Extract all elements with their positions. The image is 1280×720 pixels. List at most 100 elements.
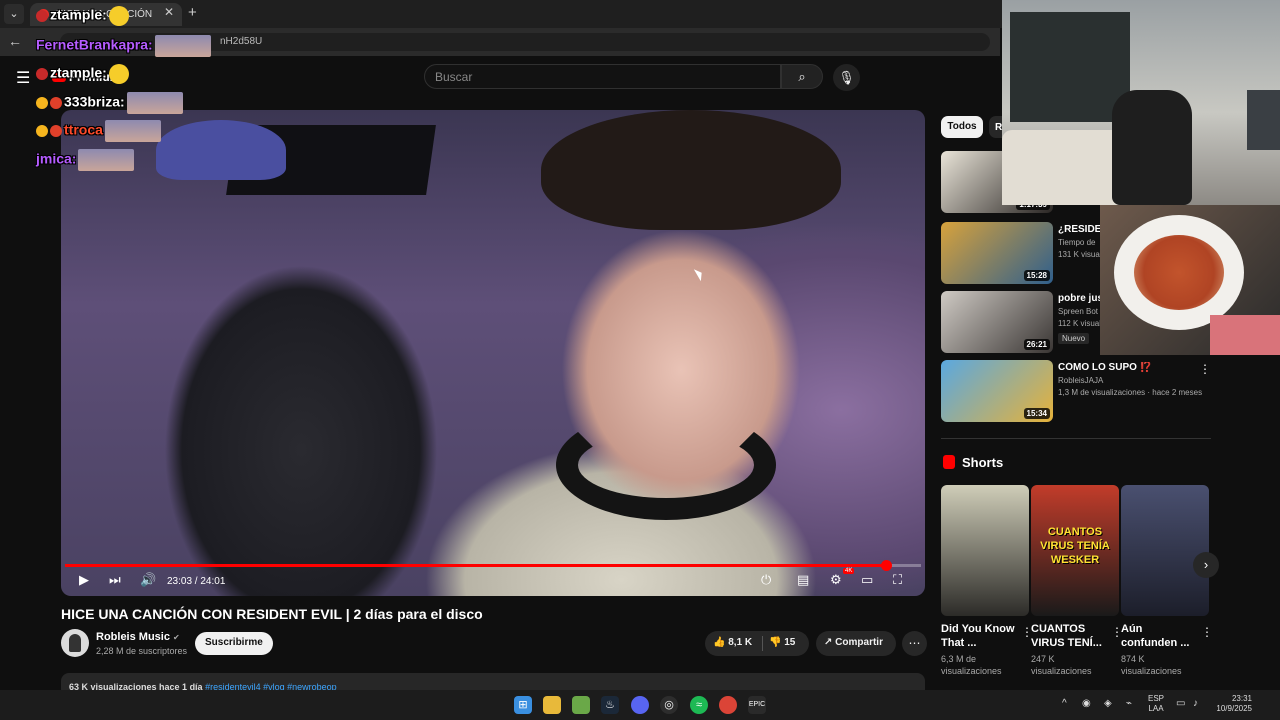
language-top: ESP (1148, 694, 1165, 703)
chrome-icon[interactable] (719, 696, 737, 714)
windows-start-icon[interactable]: ⊞ (514, 696, 532, 714)
shorts-next-chevron-icon[interactable]: › (1193, 552, 1219, 578)
epic-games-icon[interactable]: EPIC (748, 696, 766, 714)
video-thumbnail[interactable]: 15:28 (941, 222, 1053, 284)
more-vert-icon[interactable]: ⋮ (1201, 625, 1213, 639)
chat-emote-icon (78, 149, 135, 171)
dislike-count: 15 (784, 637, 796, 648)
video-player[interactable]: ▶ ⏭ 🔊 23:03 / 24:01 ⏻ ▤ ⚙ 4K ▭ ⛶ (61, 110, 925, 596)
chip-all[interactable]: Todos (941, 116, 983, 138)
language-indicator[interactable]: ESP LAA (1148, 694, 1164, 714)
file-explorer-icon[interactable] (543, 696, 561, 714)
channel-avatar[interactable] (61, 629, 89, 657)
moderator-badge-icon (50, 125, 62, 137)
search-icon[interactable]: ⌕ (781, 64, 823, 89)
short-views: 874 K visualizaciones (1121, 654, 1182, 676)
autoplay-toggle-icon[interactable]: ⏻ (761, 572, 771, 588)
short-thumbnail[interactable] (941, 485, 1029, 616)
short-title[interactable]: Aún confunden ... (1121, 622, 1197, 650)
short-overlay-text: CUANTOS VIRUS TENÍA WESKER (1040, 526, 1110, 566)
progress-bar-fill (65, 564, 886, 567)
search-input[interactable]: Buscar (424, 64, 781, 89)
short-item[interactable]: Did You Know That ... 6,3 M de visualizac… (941, 485, 1033, 677)
chat-username: ztample: (50, 64, 107, 81)
video-frame-person-cap (156, 120, 286, 180)
channel-name-text: Robleis Music (96, 631, 170, 643)
short-thumbnail[interactable]: CUANTOS VIRUS TENÍA WESKER (1031, 485, 1119, 616)
obs-icon[interactable]: ◎ (660, 696, 678, 714)
chip-related[interactable]: R (989, 116, 1003, 138)
recommended-video-channel[interactable]: Tiempo de (1058, 238, 1096, 247)
short-item[interactable]: CUANTOS VIRUS TENÍA WESKER CUANTOS VIRUS … (1031, 485, 1123, 677)
short-item[interactable]: Aún confunden ... 874 K visualizaciones ⋮ (1121, 485, 1213, 677)
subscribe-button[interactable]: Suscribirme (195, 632, 273, 655)
clock-time: 23:31 (1231, 694, 1252, 703)
streamer-webcam-room (1002, 0, 1280, 205)
play-icon[interactable]: ▶ (79, 572, 89, 588)
new-tab-icon[interactable]: + (188, 4, 197, 21)
chat-username: jmica: (36, 150, 77, 167)
video-thumbnail[interactable]: 15:34 (941, 360, 1053, 422)
verified-check-icon: ✔ (172, 633, 180, 642)
video-duration: 15:28 (1023, 270, 1050, 281)
chat-emote-icon (108, 6, 129, 26)
recommended-video-channel[interactable]: RobleisJAJA (1058, 376, 1103, 385)
dislike-button[interactable]: 👎 15 (769, 637, 795, 648)
shorts-logo-icon (943, 455, 955, 469)
chat-message: jmica: (36, 149, 135, 171)
thumbs-up-icon: 👍 (713, 637, 726, 648)
steam-icon[interactable]: ♨ (601, 696, 619, 714)
chat-message: ttroca (36, 120, 161, 142)
chat-message: 333briza: (36, 92, 183, 114)
tray-overflow-icon[interactable]: ^ (1062, 698, 1067, 709)
windows-taskbar: ⊞ ♨ ◎ ≈ EPIC ^ ◉ ◈ ⌁ ESP LAA ▭ ♪ 23:31 10/… (0, 690, 1280, 720)
webcam-pasta (1134, 235, 1224, 310)
channel-name[interactable]: Robleis Music ✔ (96, 631, 180, 643)
like-button[interactable]: 👍 8,1 K (713, 637, 752, 648)
search-placeholder: Buscar (435, 70, 473, 84)
subscriber-count: 2,28 M de suscriptores (96, 646, 188, 656)
short-thumbnail[interactable] (1121, 485, 1209, 616)
language-bottom: LAA (1148, 704, 1164, 713)
tab-search-button[interactable]: ⌄ (4, 4, 24, 24)
tray-mic-icon[interactable]: ⌁ (1126, 698, 1132, 709)
settings-gear-icon[interactable]: ⚙ (830, 572, 842, 588)
recommended-video-title[interactable]: CÓMO LO SUPO ⁉️ (1058, 362, 1188, 373)
recommended-video[interactable]: 15:34 CÓMO LO SUPO ⁉️ RobleisJAJA 1,3 M de … (941, 360, 1211, 422)
back-arrow-icon[interactable]: ← (8, 33, 22, 49)
more-vert-icon[interactable]: ⋮ (1199, 362, 1211, 376)
discord-icon[interactable] (631, 696, 649, 714)
spreadsheet-app-icon[interactable] (572, 696, 590, 714)
url-text: nH2d58U (220, 36, 263, 47)
recommended-video-channel[interactable]: Spreen Bot (1058, 307, 1098, 316)
system-clock[interactable]: 23:31 10/9/2025 (1212, 694, 1252, 714)
video-frame-headphones (556, 410, 776, 520)
theater-mode-icon[interactable]: ▭ (861, 572, 873, 588)
screen: ⌄ HICE UNA CANCIÓN ✕ + ← nH2d58U ☰ Premi… (0, 0, 1280, 720)
tray-app-icon-2[interactable]: ◈ (1104, 698, 1112, 709)
network-icon[interactable]: ▭ (1176, 698, 1185, 709)
speaker-icon[interactable]: ♪ (1193, 698, 1198, 709)
webcam-keyboard (1210, 315, 1280, 355)
next-icon[interactable]: ⏭ (109, 572, 121, 588)
menu-icon[interactable]: ☰ (16, 68, 30, 88)
microphone-icon[interactable]: 🎙 (833, 64, 860, 91)
short-title[interactable]: Did You Know That ... (941, 622, 1017, 650)
tray-app-icon[interactable]: ◉ (1082, 698, 1091, 709)
video-duration: 15:34 (1023, 408, 1050, 419)
chat-username: 333briza: (64, 93, 125, 110)
progress-bar[interactable] (65, 560, 921, 571)
subtitles-icon[interactable]: ▤ (797, 572, 809, 588)
volume-icon[interactable]: 🔊 (140, 572, 156, 588)
video-thumbnail[interactable]: 26:21 (941, 291, 1053, 353)
webcam-window-view (1010, 12, 1130, 122)
sub-badge-icon (36, 125, 48, 137)
chat-emote-icon (104, 120, 161, 142)
more-options-icon[interactable]: ⋯ (902, 631, 927, 656)
short-title[interactable]: CUANTOS VIRUS TENÍ... (1031, 622, 1107, 650)
tab-close-icon[interactable]: ✕ (164, 5, 174, 19)
fullscreen-icon[interactable]: ⛶ (893, 572, 902, 588)
spotify-icon[interactable]: ≈ (690, 696, 708, 714)
share-button[interactable]: ↗ Compartir (816, 631, 896, 656)
user-badge-icon (36, 68, 48, 80)
